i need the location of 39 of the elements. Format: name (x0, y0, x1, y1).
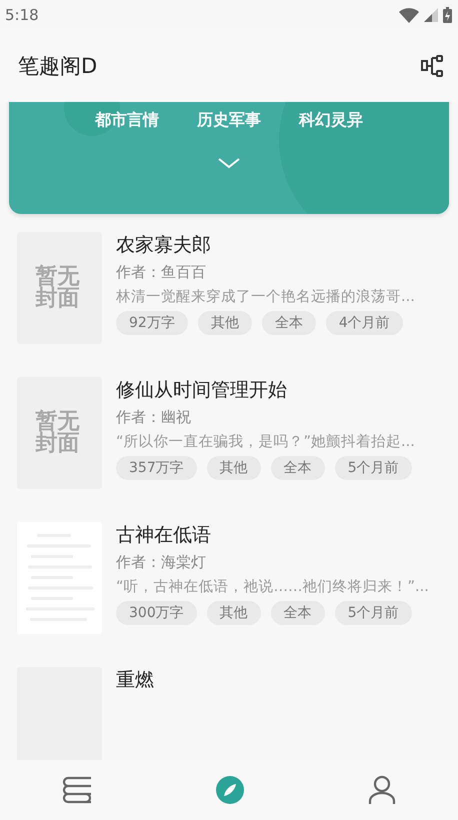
book-tag: 其他 (198, 311, 252, 335)
book-author: 作者：鱼百百 (116, 263, 207, 282)
book-tag: 4个月前 (326, 311, 403, 335)
book-tag: 全本 (262, 311, 316, 335)
book-tag: 92万字 (116, 311, 188, 335)
books-icon (62, 776, 92, 804)
share-button[interactable] (420, 54, 444, 78)
status-time: 5:18 (5, 6, 39, 24)
book-title: 古神在低语 (116, 523, 212, 548)
app-title: 笔趣阁D (18, 53, 98, 80)
book-description: “听，古神在低语，祂说……祂们终将归来！”... (116, 578, 429, 596)
book-tag: 357万字 (116, 456, 197, 480)
book-title: 修仙从时间管理开始 (116, 378, 288, 403)
compass-icon (214, 775, 245, 805)
signal-icon (424, 8, 438, 22)
book-author: 作者：海棠灯 (116, 553, 207, 572)
person-icon (368, 775, 396, 805)
book-tag: 5个月前 (334, 601, 412, 625)
battery-icon (443, 7, 452, 23)
nav-tab[interactable] (214, 775, 245, 805)
book-tag: 5个月前 (334, 456, 412, 480)
book-tag: 全本 (270, 601, 325, 625)
book-tag: 其他 (206, 601, 261, 625)
wifi-icon (399, 8, 419, 22)
cover-text: 暂无封面 (35, 411, 80, 455)
book-tag: 其他 (206, 456, 261, 480)
book-author: 作者：幽祝 (116, 408, 192, 427)
book-tag: 300万字 (116, 601, 197, 625)
book-description: “所以你一直在骗我，是吗？”她颤抖着抬起... (116, 432, 415, 451)
nav-tab[interactable] (62, 776, 92, 804)
book-title: 农家寡夫郎 (116, 233, 212, 258)
book-tag: 全本 (270, 456, 325, 480)
book-description: 林清一觉醒来穿成了一个艳名远播的浪荡哥... (116, 288, 415, 306)
chevron-icon (217, 157, 241, 169)
share-icon (420, 54, 444, 78)
nav-tab[interactable] (368, 775, 396, 805)
expand-button[interactable] (217, 157, 241, 169)
book-title: 重燃 (116, 668, 154, 693)
cover-text: 暂无封面 (35, 266, 80, 310)
